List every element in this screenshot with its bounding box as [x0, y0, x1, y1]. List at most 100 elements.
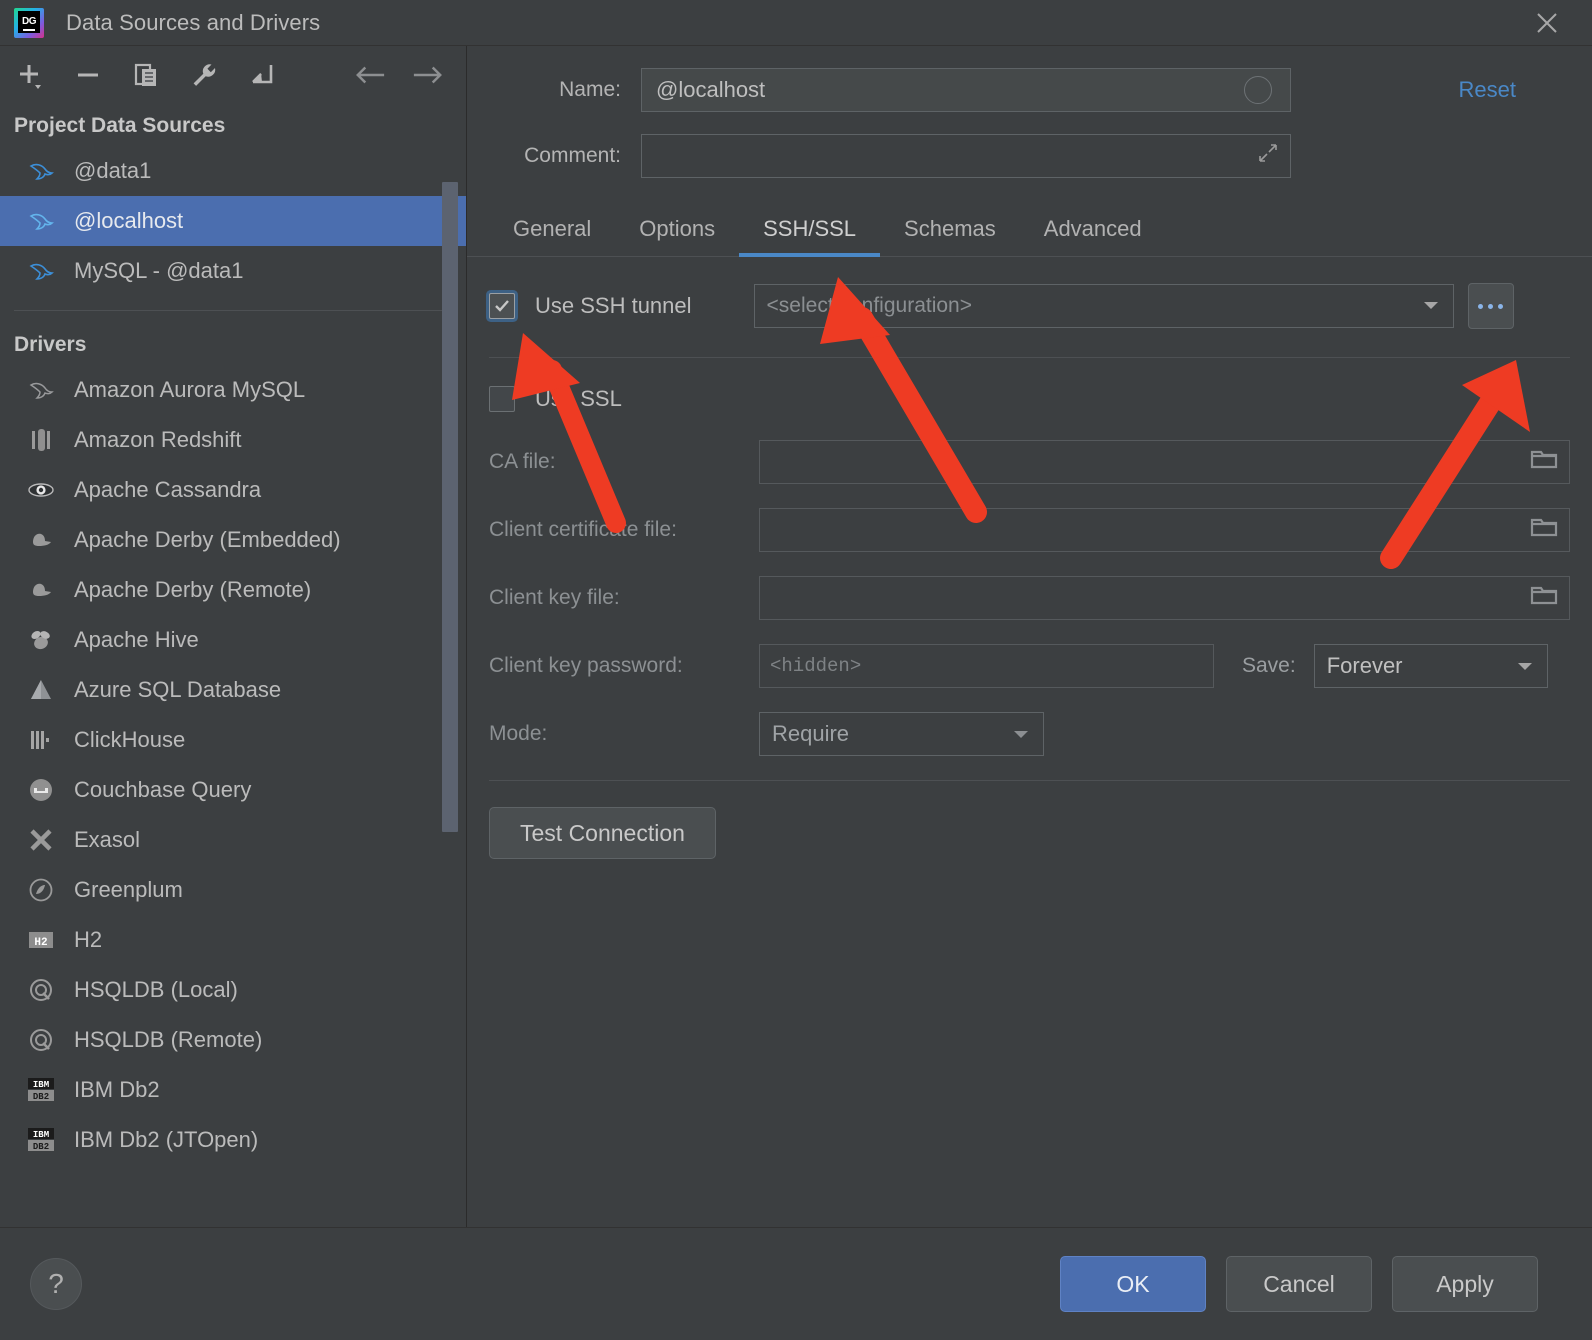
comment-label: Comment:: [524, 144, 621, 167]
name-color-indicator-icon[interactable]: [1244, 76, 1272, 104]
driver-item-ibm-db2[interactable]: IBM DB2 IBM Db2: [0, 1065, 466, 1115]
ssh-config-combobox[interactable]: <select configuration>: [753, 284, 1454, 328]
mysql-dolphin-icon: [26, 375, 56, 405]
sidebar-item-data1[interactable]: @data1: [0, 146, 466, 196]
project-data-sources-heading: Project Data Sources: [14, 114, 226, 137]
ok-button[interactable]: OK: [1060, 1256, 1206, 1312]
ssh-ssl-separator: [489, 357, 1570, 358]
driver-item-clickhouse[interactable]: ClickHouse: [0, 715, 466, 765]
svg-text:IBM: IBM: [33, 1130, 49, 1140]
folder-icon[interactable]: [1529, 447, 1559, 477]
folder-icon[interactable]: [1529, 583, 1559, 613]
mode-value: Require: [772, 721, 850, 746]
driver-item-greenplum[interactable]: Greenplum: [0, 865, 466, 915]
use-ssl-label: Use SSL: [535, 386, 622, 411]
help-button[interactable]: ?: [30, 1258, 82, 1310]
data-source-settings-panel: Name: @localhost Reset Comment: General …: [467, 46, 1592, 1227]
tab-schemas[interactable]: Schemas: [880, 208, 1020, 256]
sidebar-item-label: @localhost: [74, 208, 184, 233]
ssh-config-more-button[interactable]: [1467, 283, 1514, 329]
tab-general[interactable]: General: [489, 208, 615, 256]
sidebar-nav-buttons: [354, 59, 444, 91]
test-connection-button[interactable]: Test Connection: [489, 807, 716, 859]
ssh-ssl-panel: Use SSH tunnel <select configuration> Us…: [467, 257, 1592, 756]
dialog-body: Project Data Sources @data1 @localhost M…: [0, 45, 1592, 1227]
tab-advanced[interactable]: Advanced: [1020, 208, 1166, 256]
driver-item-apache-hive[interactable]: Apache Hive: [0, 615, 466, 665]
driver-item-label: IBM Db2: [74, 1077, 160, 1102]
remove-data-source-button[interactable]: [72, 59, 104, 91]
clickhouse-icon: [26, 725, 56, 755]
client-certificate-label: Client certificate file:: [489, 518, 677, 541]
tab-options[interactable]: Options: [615, 208, 739, 256]
svg-text:DB2: DB2: [33, 1142, 49, 1152]
mode-combobox[interactable]: Require: [759, 712, 1044, 756]
driver-item-couchbase-query[interactable]: Couchbase Query: [0, 765, 466, 815]
name-field-row: Name: @localhost Reset: [489, 68, 1552, 112]
use-ssh-tunnel-label: Use SSH tunnel: [535, 293, 692, 318]
driver-item-label: Apache Cassandra: [74, 477, 262, 502]
sidebar-scrollbar-thumb[interactable]: [442, 182, 458, 832]
dot-icon: [1478, 303, 1484, 309]
hsqldb-icon: [26, 975, 56, 1005]
forward-button[interactable]: [412, 59, 444, 91]
driver-item-amazon-redshift[interactable]: Amazon Redshift: [0, 415, 466, 465]
driver-item-apache-derby-embedded[interactable]: Apache Derby (Embedded): [0, 515, 466, 565]
driver-item-ibm-db2-jtopen[interactable]: IBM DB2 IBM Db2 (JTOpen): [0, 1115, 466, 1165]
h2-icon: H2: [26, 925, 56, 955]
sidebar-item-mysql-data1[interactable]: MySQL - @data1: [0, 246, 466, 296]
driver-item-hsqldb-local[interactable]: HSQLDB (Local): [0, 965, 466, 1015]
tab-ssh-ssl[interactable]: SSH/SSL: [739, 208, 880, 257]
driver-item-azure-sql-database[interactable]: Azure SQL Database: [0, 665, 466, 715]
driver-item-h2[interactable]: H2 H2: [0, 915, 466, 965]
driver-item-label: Apache Derby (Embedded): [74, 527, 341, 552]
driver-item-label: Couchbase Query: [74, 777, 252, 802]
sidebar-item-localhost[interactable]: @localhost: [0, 196, 466, 246]
back-button[interactable]: [354, 59, 386, 91]
client-key-password-input[interactable]: <hidden>: [759, 644, 1214, 688]
driver-item-apache-derby-remote[interactable]: Apache Derby (Remote): [0, 565, 466, 615]
driver-item-exasol[interactable]: Exasol: [0, 815, 466, 865]
datagrip-logo-icon: DG: [14, 7, 44, 38]
greenplum-icon: [26, 875, 56, 905]
use-ssh-tunnel-checkbox[interactable]: [489, 293, 515, 319]
ca-file-input[interactable]: [759, 440, 1570, 484]
derby-hat-icon: [26, 575, 56, 605]
save-combobox[interactable]: Forever: [1313, 644, 1548, 688]
client-key-file-input[interactable]: [759, 576, 1570, 620]
client-key-password-row: Client key password: <hidden> Save: Fore…: [489, 644, 1570, 688]
expand-editor-icon[interactable]: [1256, 141, 1280, 171]
driver-item-amazon-aurora-mysql[interactable]: Amazon Aurora MySQL: [0, 365, 466, 415]
save-label: Save:: [1242, 654, 1296, 677]
name-input-value: @localhost: [656, 77, 766, 102]
driver-item-label: Amazon Aurora MySQL: [74, 377, 306, 402]
name-input[interactable]: @localhost: [641, 68, 1291, 112]
ibm-db2-icon: IBM DB2: [26, 1075, 56, 1105]
hsqldb-icon: [26, 1025, 56, 1055]
apply-button[interactable]: Apply: [1392, 1256, 1538, 1312]
add-data-source-button[interactable]: [14, 59, 46, 91]
close-icon[interactable]: [1532, 8, 1562, 38]
sidebar-item-label: MySQL - @data1: [74, 258, 244, 283]
sidebar-list: Project Data Sources @data1 @localhost M…: [0, 104, 466, 1227]
driver-item-hsqldb-remote[interactable]: HSQLDB (Remote): [0, 1015, 466, 1065]
driver-item-apache-cassandra[interactable]: Apache Cassandra: [0, 465, 466, 515]
dot-icon: [1488, 303, 1494, 309]
client-certificate-input[interactable]: [759, 508, 1570, 552]
client-certificate-row: Client certificate file:: [489, 508, 1570, 552]
import-button[interactable]: [246, 59, 278, 91]
use-ssl-checkbox[interactable]: [489, 386, 515, 412]
ca-file-row: CA file:: [489, 440, 1570, 484]
folder-icon[interactable]: [1529, 515, 1559, 545]
sidebar-item-label: @data1: [74, 158, 152, 183]
comment-input[interactable]: [641, 134, 1291, 178]
client-key-password-placeholder: <hidden>: [770, 655, 862, 677]
reset-link[interactable]: Reset: [1459, 77, 1552, 103]
duplicate-data-source-button[interactable]: [130, 59, 162, 91]
chevron-down-icon: [1421, 294, 1441, 318]
use-ssh-tunnel-row: Use SSH tunnel <select configuration>: [489, 283, 1570, 329]
dialog-title: Data Sources and Drivers: [66, 9, 321, 35]
properties-button[interactable]: [188, 59, 220, 91]
cancel-button[interactable]: Cancel: [1226, 1256, 1372, 1312]
driver-item-label: Azure SQL Database: [74, 677, 282, 702]
